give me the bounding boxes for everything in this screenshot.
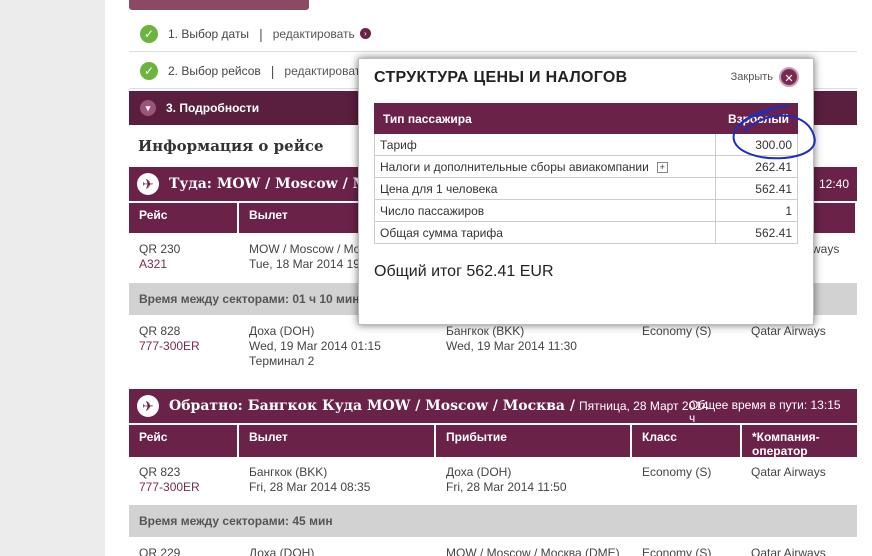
close-label[interactable]: Закрыть <box>731 71 773 83</box>
airline: ways <box>812 242 840 256</box>
price-row: Число пассажиров 1 <box>374 199 798 222</box>
terminal: Терминал 2 <box>249 354 315 368</box>
price-value: 300.00 <box>715 133 798 156</box>
arrival-time: Fri, 28 Mar 2014 11:50 <box>446 480 567 494</box>
flight-number: QR 230 <box>139 242 181 256</box>
inbound-total-time: Общее время в пути: 13:15 ч <box>689 398 841 425</box>
outbound-title: Туда: MOW / Moscow / M <box>169 176 369 192</box>
arrival-city: MOW / Moscow / Москва (DME) <box>446 546 620 556</box>
price-row: Цена для 1 человека 562.41 <box>374 177 798 200</box>
outbound-total-time: 12:40 <box>818 177 849 191</box>
column-departure: Вылет <box>239 425 436 457</box>
flight-number: QR 229 <box>139 546 181 556</box>
close-icon[interactable]: ✕ <box>779 67 799 87</box>
inbound-header: ✈ Обратно: Бангкок Куда MOW / Moscow / М… <box>129 389 857 425</box>
check-icon: ✓ <box>140 24 158 43</box>
dialog-title: СТРУКТУРА ЦЕНЫ И НАЛОГОВ <box>374 69 628 86</box>
price-label: Число пассажиров <box>374 199 716 222</box>
expand-icon[interactable]: + <box>656 161 668 173</box>
plane-icon: ✈ <box>137 395 159 417</box>
inbound-title: Обратно: Бангкок Куда MOW / Moscow / Мос… <box>169 398 575 414</box>
arrival-city: Бангкок (BKK) <box>446 324 525 338</box>
step-label: 1. Выбор даты <box>168 26 250 41</box>
airline: Qatar Airways <box>751 324 826 338</box>
price-breakdown-dialog: СТРУКТУРА ЦЕНЫ И НАЛОГОВ Закрыть ✕ Тип п… <box>358 58 814 325</box>
inbound-flight-row-2: QR 229 Доха (DOH) MOW / Moscow / Москва … <box>129 546 857 556</box>
flight-number: QR 828 <box>139 324 181 338</box>
step-label: 2. Выбор рейсов <box>168 63 261 78</box>
travel-class: Economy (S) <box>642 324 712 338</box>
travel-class: Economy (S) <box>642 465 712 479</box>
separator: | <box>270 62 275 79</box>
price-value: 1 <box>715 199 798 222</box>
departure-time: Wed, 19 Mar 2014 01:15 <box>249 339 381 353</box>
price-label: Общая сумма тарифа <box>374 221 716 244</box>
price-row: Налоги и дополнительные сборы авиакомпан… <box>374 155 798 178</box>
column-class: Класс <box>632 425 742 457</box>
continue-button[interactable] <box>129 0 309 10</box>
arrival-city: Доха (DOH) <box>446 465 512 479</box>
outbound-flight-row-2: QR 828 777-300ER Доха (DOH) Wed, 19 Mar … <box>129 324 857 372</box>
departure-time: Tue, 18 Mar 2014 19 <box>249 257 360 271</box>
check-icon: ✓ <box>140 61 158 80</box>
departure-city: Доха (DOH) <box>249 324 315 338</box>
column-flight: Рейс <box>129 203 239 233</box>
plane-icon: ✈ <box>137 173 159 195</box>
grand-total: Общий итог 562.41 EUR <box>374 263 554 280</box>
airline: Qatar Airways <box>751 546 826 556</box>
column-flight: Рейс <box>129 425 239 457</box>
chevron-down-icon: ▾ <box>140 100 156 116</box>
arrival-time: Wed, 19 Mar 2014 11:30 <box>446 339 577 353</box>
flight-number: QR 823 <box>139 465 181 479</box>
airline: Qatar Airways <box>751 465 826 479</box>
edit-date-link[interactable]: редактировать <box>273 27 355 41</box>
price-label: Цена для 1 человека <box>374 177 716 200</box>
departure-time: Fri, 28 Mar 2014 08:35 <box>249 480 371 494</box>
departure-city: MOW / Moscow / Mo <box>249 242 361 256</box>
close-button[interactable]: Закрыть ✕ <box>731 67 799 87</box>
aircraft-type[interactable]: 777-300ER <box>139 480 200 495</box>
price-table-header: Тип пассажира Взрослый <box>374 103 798 134</box>
aircraft-type[interactable]: 777-300ER <box>139 339 200 354</box>
inbound-column-header: Рейс Вылет Прибытие Класс *Компания-опер… <box>129 425 857 458</box>
price-row: Общая сумма тарифа 562.41 <box>374 221 798 244</box>
departure-city: Доха (DOH) <box>249 546 315 556</box>
price-label: Налоги и дополнительные сборы авиакомпан… <box>374 155 716 178</box>
edit-flights-link[interactable]: редактировать <box>284 64 366 78</box>
price-value: 262.41 <box>715 155 798 178</box>
aircraft-type[interactable]: A321 <box>139 257 180 272</box>
travel-class: Economy (S) <box>642 546 712 556</box>
inbound-flight-row-1: QR 823 777-300ER Бангкок (BKK) Fri, 28 M… <box>129 465 857 501</box>
price-row: Тариф 300.00 <box>374 133 798 156</box>
step-date: ✓ 1. Выбор даты | редактировать › <box>129 16 857 52</box>
price-table: Тип пассажира Взрослый Тариф 300.00 Нало… <box>374 103 798 244</box>
layover-inbound: Время между секторами: 45 мин <box>129 505 857 537</box>
column-arrival: Прибытие <box>436 425 632 457</box>
arrow-right-icon[interactable]: › <box>359 28 371 39</box>
separator: | <box>259 25 263 42</box>
departure-city: Бангкок (BKK) <box>249 465 328 479</box>
price-value: 562.41 <box>715 177 798 200</box>
section-title: Информация о рейсе <box>138 137 324 155</box>
header-passenger-type: Тип пассажира <box>374 103 716 134</box>
header-adult: Взрослый <box>715 103 798 134</box>
column-operator: *Компания-оператор <box>742 425 857 458</box>
step-label: 3. Подробности <box>166 101 260 115</box>
price-value: 562.41 <box>715 221 798 244</box>
price-label-text: Налоги и дополнительные сборы авиакомпан… <box>380 159 649 174</box>
price-label: Тариф <box>374 133 716 156</box>
